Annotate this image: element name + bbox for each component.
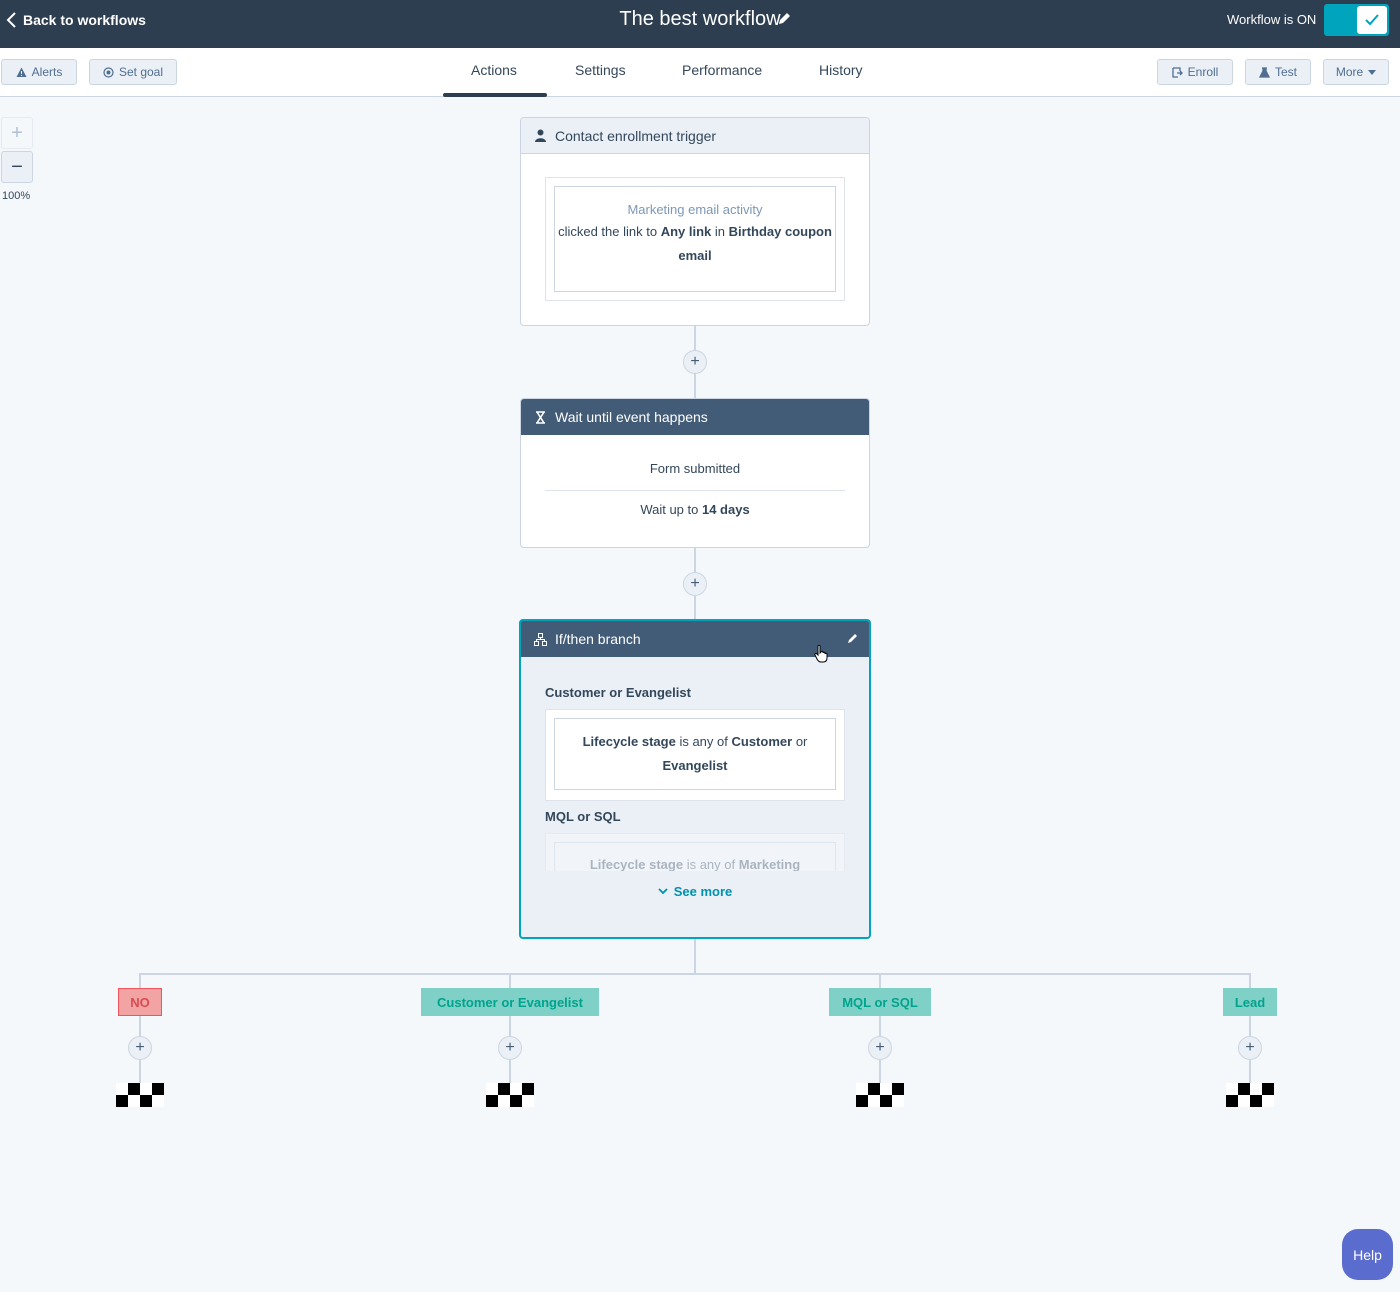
divider: [545, 490, 845, 491]
branch-name: Customer or Evangelist: [545, 685, 691, 700]
trigger-card-title: Contact enrollment trigger: [555, 127, 717, 144]
add-action-button[interactable]: +: [498, 1036, 522, 1060]
more-dropdown-button[interactable]: More: [1323, 59, 1389, 85]
end-flag-icon: [856, 1083, 904, 1107]
workflow-title-wrap: The best workflow: [0, 8, 1400, 31]
if-then-branch-card[interactable]: If/then branch Customer or Evangelist Li…: [519, 619, 871, 939]
zoom-level: 100%: [2, 190, 31, 202]
tab-actions[interactable]: Actions: [471, 62, 517, 78]
chevron-down-icon: [658, 888, 668, 895]
branch-label-no: NO: [118, 988, 162, 1016]
workflow-status-label: Workflow is ON: [1227, 12, 1317, 27]
end-flag-icon: [116, 1083, 164, 1107]
filter-operator: is any of: [679, 734, 728, 749]
hourglass-icon: [536, 410, 545, 424]
workflow-toolbar: Alerts Set goal Actions Settings Perform…: [0, 48, 1400, 97]
filter-prefix: clicked the link to: [558, 224, 658, 239]
connector-line: [694, 938, 696, 975]
branch-filter-group: Lifecycle stage is any of Marketing: [545, 833, 845, 871]
trigger-filter-group: Marketing email activity clicked the lin…: [545, 177, 845, 301]
enrollment-trigger-card[interactable]: Contact enrollment trigger Marketing ema…: [520, 117, 870, 326]
more-label: More: [1335, 65, 1364, 79]
branch-connector-line: [139, 973, 1251, 975]
enroll-label: Enroll: [1187, 65, 1219, 79]
end-flag-icon: [486, 1083, 534, 1107]
add-action-button[interactable]: +: [683, 572, 707, 596]
pencil-icon[interactable]: [776, 11, 792, 27]
branch-label-customer-or-evangelist: Customer or Evangelist: [421, 988, 599, 1016]
warning-icon: [16, 67, 27, 77]
branch-card-title: If/then branch: [555, 631, 641, 647]
end-flag-icon: [1226, 1083, 1274, 1107]
wait-value: 14 days: [701, 502, 750, 517]
filter-category: Marketing email activity: [627, 202, 763, 217]
enroll-icon: [1172, 66, 1183, 78]
tab-performance[interactable]: Performance: [682, 62, 762, 78]
test-button[interactable]: Test: [1245, 59, 1311, 85]
branch-filter-group: Lifecycle stage is any of Customer or Ev…: [545, 709, 845, 801]
workflow-title[interactable]: The best workflow: [619, 8, 780, 31]
branch-name: MQL or SQL: [545, 809, 621, 824]
add-action-button[interactable]: +: [868, 1036, 892, 1060]
filter-or: or: [795, 734, 808, 749]
test-label: Test: [1274, 65, 1297, 79]
filter-value: Customer: [731, 734, 793, 749]
tab-history[interactable]: History: [819, 62, 863, 78]
filter-in: in: [714, 224, 726, 239]
trigger-card-header: Contact enrollment trigger: [521, 118, 869, 154]
wait-duration: Wait up to 14 days: [521, 502, 869, 517]
filter-description: clicked the link to Any link in Birthday…: [555, 220, 835, 268]
hand-cursor-icon: [814, 645, 828, 663]
trigger-filter[interactable]: Marketing email activity clicked the lin…: [554, 186, 836, 292]
add-action-button[interactable]: +: [683, 350, 707, 374]
flask-icon: [1258, 66, 1270, 78]
pencil-icon[interactable]: [846, 632, 859, 645]
target-icon: [103, 66, 114, 78]
workflow-on-toggle[interactable]: [1324, 4, 1389, 36]
branch-filter: Lifecycle stage is any of Marketing: [554, 842, 836, 871]
set-goal-label: Set goal: [118, 65, 164, 79]
add-action-button[interactable]: +: [1238, 1036, 1262, 1060]
contact-icon: [535, 129, 546, 142]
checkmark-icon: [1365, 14, 1379, 26]
add-action-button[interactable]: +: [128, 1036, 152, 1060]
filter-value: Marketing: [738, 857, 801, 871]
see-more-link[interactable]: See more: [521, 884, 869, 899]
wait-until-event-card[interactable]: Wait until event happens Form submitted …: [520, 398, 870, 548]
alerts-label: Alerts: [31, 65, 63, 79]
zoom-out-button[interactable]: −: [1, 151, 33, 183]
top-navigation-bar: Back to workflows The best workflow Work…: [0, 0, 1400, 48]
zoom-in-button[interactable]: +: [1, 117, 33, 149]
help-button[interactable]: Help: [1342, 1229, 1393, 1280]
wait-card-title: Wait until event happens: [555, 409, 708, 425]
toggle-knob: [1357, 6, 1387, 34]
wait-event: Form submitted: [649, 461, 741, 476]
branch-label-mql-or-sql: MQL or SQL: [829, 988, 931, 1016]
alerts-button[interactable]: Alerts: [1, 59, 77, 85]
wait-card-header: Wait until event happens: [521, 399, 869, 435]
filter-property: Lifecycle stage: [582, 734, 676, 749]
see-more-label: See more: [673, 884, 733, 899]
enroll-button[interactable]: Enroll: [1157, 59, 1233, 85]
filter-value: Evangelist: [662, 758, 728, 773]
branch-icon: [534, 632, 547, 646]
caret-down-icon: [1368, 69, 1377, 75]
filter-property: Lifecycle stage: [589, 857, 684, 871]
set-goal-button[interactable]: Set goal: [89, 59, 177, 85]
branch-label-lead: Lead: [1223, 988, 1277, 1016]
filter-link: Any link: [660, 224, 712, 239]
branch-filter[interactable]: Lifecycle stage is any of Customer or Ev…: [554, 718, 836, 790]
wait-prefix: Wait up to: [640, 502, 699, 517]
active-tab-indicator: [443, 93, 547, 97]
tab-settings[interactable]: Settings: [575, 62, 626, 78]
filter-operator: is any of: [686, 857, 736, 871]
